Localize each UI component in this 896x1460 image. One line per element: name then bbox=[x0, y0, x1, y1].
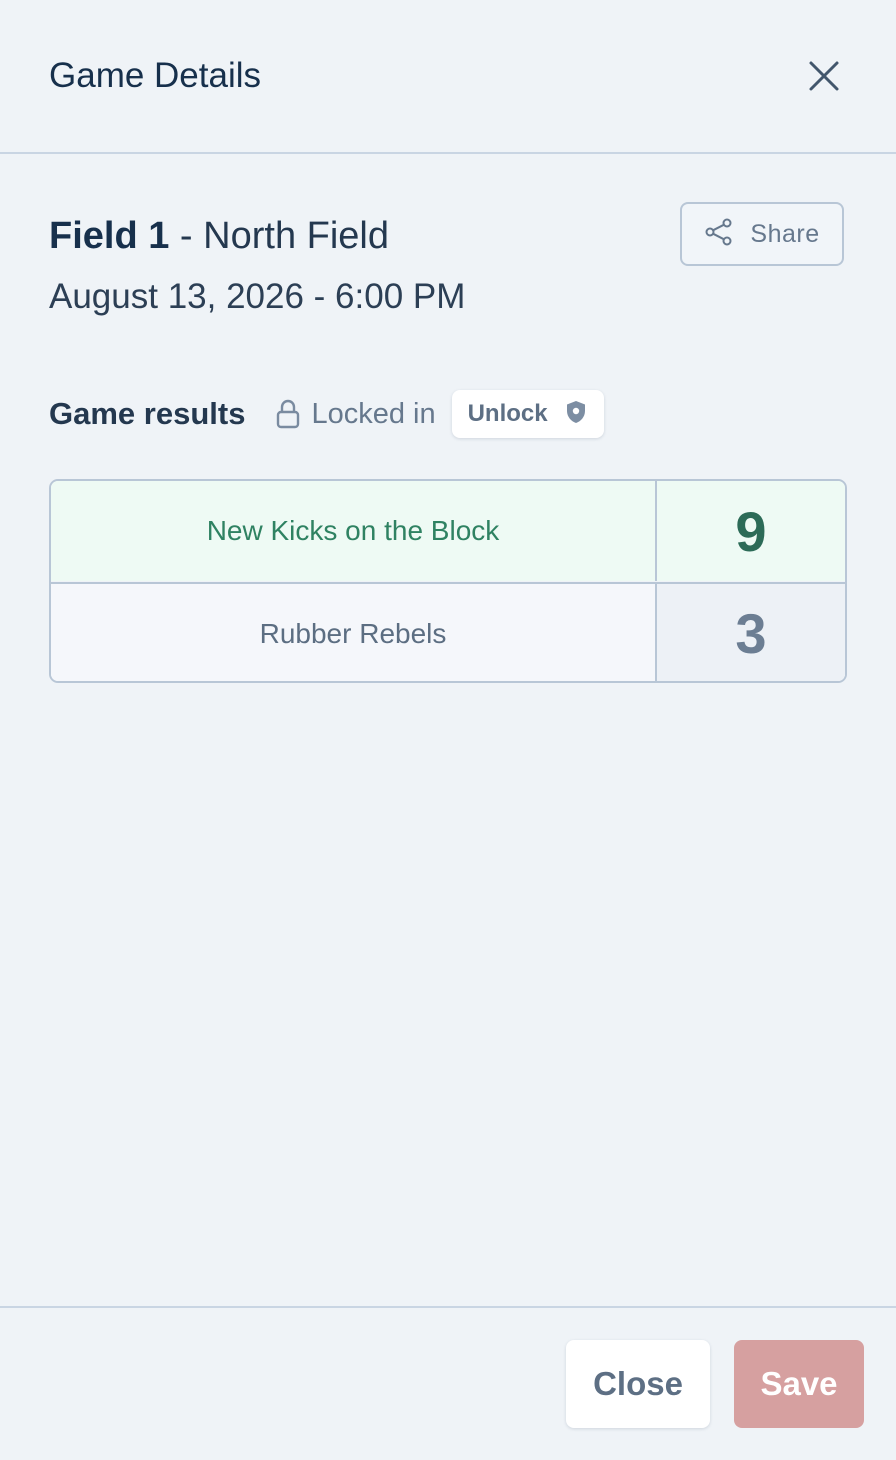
dialog-header: Game Details bbox=[0, 0, 896, 154]
team-score[interactable]: 9 bbox=[657, 481, 845, 581]
lock-status: Locked in bbox=[311, 397, 436, 430]
team-name: New Kicks on the Block bbox=[51, 481, 657, 581]
game-location: Field 1 - North Field bbox=[49, 210, 389, 262]
team-name: Rubber Rebels bbox=[51, 584, 657, 681]
close-icon[interactable] bbox=[802, 54, 846, 98]
share-icon bbox=[704, 217, 734, 252]
results-table: New Kicks on the Block 9 Rubber Rebels 3 bbox=[49, 479, 847, 683]
footer-divider bbox=[0, 1306, 896, 1308]
result-row-loser: Rubber Rebels 3 bbox=[51, 582, 845, 681]
game-results-header: Game results Locked in Unlock bbox=[49, 390, 604, 438]
lock-icon bbox=[275, 398, 301, 430]
game-results-title: Game results bbox=[49, 396, 246, 431]
share-button[interactable]: Share bbox=[680, 202, 844, 266]
unlock-label: Unlock bbox=[467, 400, 548, 427]
shield-icon bbox=[564, 399, 588, 430]
result-row-winner: New Kicks on the Block 9 bbox=[51, 481, 845, 581]
field-name: Field 1 bbox=[49, 215, 170, 257]
unlock-button[interactable]: Unlock bbox=[451, 390, 604, 438]
team-score[interactable]: 3 bbox=[657, 584, 845, 681]
save-button[interactable]: Save bbox=[734, 1340, 864, 1428]
location-name: North Field bbox=[203, 215, 389, 257]
location-separator: - bbox=[169, 215, 204, 257]
game-datetime: August 13, 2026 - 6:00 PM bbox=[49, 277, 466, 316]
dialog-title: Game Details bbox=[49, 56, 262, 95]
close-button[interactable]: Close bbox=[566, 1340, 710, 1428]
share-label: Share bbox=[750, 219, 820, 248]
